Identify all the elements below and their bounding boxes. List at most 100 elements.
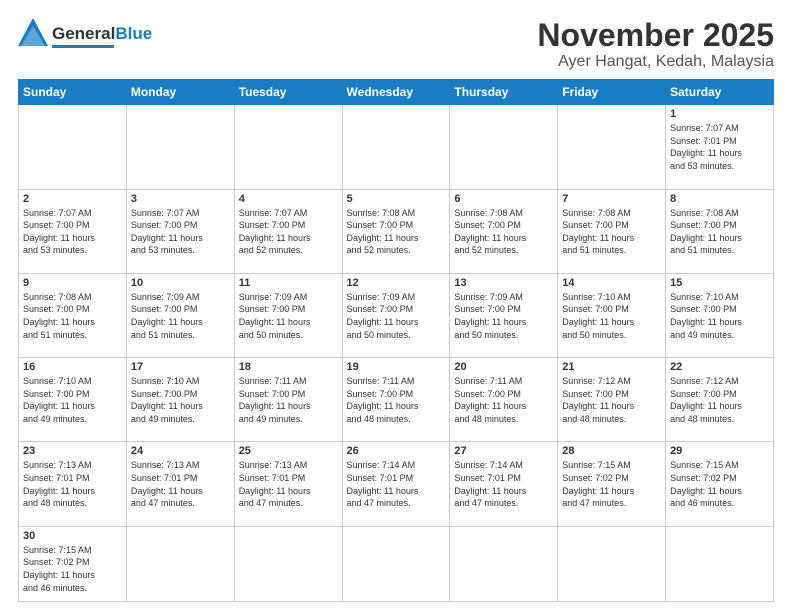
day-number: 8 (670, 193, 769, 205)
table-row: 16Sunrise: 7:10 AM Sunset: 7:00 PM Dayli… (19, 358, 127, 442)
table-row (126, 105, 234, 189)
table-row (126, 526, 234, 601)
day-number: 17 (131, 361, 230, 373)
logo: GeneralBlue (18, 18, 152, 54)
day-info: Sunrise: 7:11 AM Sunset: 7:00 PM Dayligh… (239, 375, 338, 425)
logo-icon (18, 18, 48, 54)
day-info: Sunrise: 7:07 AM Sunset: 7:00 PM Dayligh… (131, 207, 230, 257)
table-row (234, 526, 342, 601)
table-row: 27Sunrise: 7:14 AM Sunset: 7:01 PM Dayli… (450, 442, 558, 526)
table-row: 21 Sunrise: 7:12 AM Sunset: 7:00 PM Dayli… (558, 358, 666, 442)
day-number: 16 (23, 361, 122, 373)
day-number: 7 (562, 193, 661, 205)
day-info: Sunrise: 7:15 AM Sunset: 7:02 PM Dayligh… (670, 459, 769, 509)
table-row (558, 526, 666, 601)
table-row: 9Sunrise: 7:08 AM Sunset: 7:00 PM Daylig… (19, 273, 127, 357)
table-row: 6Sunrise: 7:08 AM Sunset: 7:00 PM Daylig… (450, 189, 558, 273)
day-info: Sunrise: 7:09 AM Sunset: 7:00 PM Dayligh… (131, 291, 230, 341)
day-info: Sunrise: 7:10 AM Sunset: 7:00 PM Dayligh… (670, 291, 769, 341)
title-block: November 2025 Ayer Hangat, Kedah, Malays… (537, 18, 774, 71)
table-row: 26Sunrise: 7:14 AM Sunset: 7:01 PM Dayli… (342, 442, 450, 526)
logo-general: General (52, 24, 115, 43)
day-number: 12 (347, 277, 446, 289)
day-number: 10 (131, 277, 230, 289)
day-number: 5 (347, 193, 446, 205)
day-number: 2 (23, 193, 122, 205)
table-row (234, 105, 342, 189)
day-number: 22 (670, 361, 769, 373)
day-info: Sunrise: 7:07 AM Sunset: 7:01 PM Dayligh… (670, 122, 769, 172)
table-row: 19 Sunrise: 7:11 AM Sunset: 7:00 PM Dayli… (342, 358, 450, 442)
day-info: Sunrise: 7:08 AM Sunset: 7:00 PM Dayligh… (454, 207, 553, 257)
table-row: 23Sunrise: 7:13 AM Sunset: 7:01 PM Dayli… (19, 442, 127, 526)
day-info: Sunrise: 7:07 AM Sunset: 7:00 PM Dayligh… (23, 207, 122, 257)
logo-underline (52, 45, 114, 48)
table-row: 30Sunrise: 7:15 AM Sunset: 7:02 PM Dayli… (19, 526, 127, 601)
calendar-header-row: Sunday Monday Tuesday Wednesday Thursday… (19, 80, 774, 105)
table-row: 25 Sunrise: 7:13 AM Sunset: 7:01 PM Dayli… (234, 442, 342, 526)
day-info: Sunrise: 7:09 AM Sunset: 7:00 PM Dayligh… (239, 291, 338, 341)
day-number: 11 (239, 277, 338, 289)
table-row: 1 Sunrise: 7:07 AM Sunset: 7:01 PM Daylig… (666, 105, 774, 189)
day-number: 9 (23, 277, 122, 289)
day-number: 20 (454, 361, 553, 373)
day-number: 27 (454, 445, 553, 457)
day-number: 29 (670, 445, 769, 457)
table-row: 18 Sunrise: 7:11 AM Sunset: 7:00 PM Dayli… (234, 358, 342, 442)
table-row: 12 Sunrise: 7:09 AM Sunset: 7:00 PM Dayli… (342, 273, 450, 357)
col-friday: Friday (558, 80, 666, 105)
day-number: 21 (562, 361, 661, 373)
table-row: 22 Sunrise: 7:12 AM Sunset: 7:00 PM Dayli… (666, 358, 774, 442)
calendar-table: Sunday Monday Tuesday Wednesday Thursday… (18, 79, 774, 602)
table-row: 20 Sunrise: 7:11 AM Sunset: 7:00 PM Dayli… (450, 358, 558, 442)
day-info: Sunrise: 7:11 AM Sunset: 7:00 PM Dayligh… (347, 375, 446, 425)
page: GeneralBlue November 2025 Ayer Hangat, K… (0, 0, 792, 612)
table-row: 8 Sunrise: 7:08 AM Sunset: 7:00 PM Daylig… (666, 189, 774, 273)
subtitle: Ayer Hangat, Kedah, Malaysia (537, 53, 774, 71)
table-row (342, 105, 450, 189)
day-info: Sunrise: 7:08 AM Sunset: 7:00 PM Dayligh… (347, 207, 446, 257)
day-number: 18 (239, 361, 338, 373)
col-sunday: Sunday (19, 80, 127, 105)
day-info: Sunrise: 7:10 AM Sunset: 7:00 PM Dayligh… (562, 291, 661, 341)
day-number: 3 (131, 193, 230, 205)
day-number: 13 (454, 277, 553, 289)
day-number: 30 (23, 530, 122, 542)
table-row (342, 526, 450, 601)
table-row: 29 Sunrise: 7:15 AM Sunset: 7:02 PM Dayli… (666, 442, 774, 526)
day-number: 23 (23, 445, 122, 457)
day-info: Sunrise: 7:13 AM Sunset: 7:01 PM Dayligh… (239, 459, 338, 509)
day-number: 1 (670, 108, 769, 120)
day-info: Sunrise: 7:15 AM Sunset: 7:02 PM Dayligh… (562, 459, 661, 509)
day-number: 19 (347, 361, 446, 373)
day-number: 25 (239, 445, 338, 457)
day-info: Sunrise: 7:10 AM Sunset: 7:00 PM Dayligh… (131, 375, 230, 425)
day-info: Sunrise: 7:08 AM Sunset: 7:00 PM Dayligh… (670, 207, 769, 257)
table-row (666, 526, 774, 601)
month-title: November 2025 (537, 18, 774, 53)
table-row: 11 Sunrise: 7:09 AM Sunset: 7:00 PM Dayli… (234, 273, 342, 357)
day-info: Sunrise: 7:12 AM Sunset: 7:00 PM Dayligh… (670, 375, 769, 425)
day-info: Sunrise: 7:13 AM Sunset: 7:01 PM Dayligh… (131, 459, 230, 509)
day-info: Sunrise: 7:12 AM Sunset: 7:00 PM Dayligh… (562, 375, 661, 425)
day-info: Sunrise: 7:08 AM Sunset: 7:00 PM Dayligh… (562, 207, 661, 257)
table-row: 3 Sunrise: 7:07 AM Sunset: 7:00 PM Daylig… (126, 189, 234, 273)
day-info: Sunrise: 7:11 AM Sunset: 7:00 PM Dayligh… (454, 375, 553, 425)
table-row: 15 Sunrise: 7:10 AM Sunset: 7:00 PM Dayli… (666, 273, 774, 357)
day-info: Sunrise: 7:09 AM Sunset: 7:00 PM Dayligh… (347, 291, 446, 341)
table-row: 4Sunrise: 7:07 AM Sunset: 7:00 PM Daylig… (234, 189, 342, 273)
table-row (450, 105, 558, 189)
table-row (450, 526, 558, 601)
day-number: 4 (239, 193, 338, 205)
day-number: 15 (670, 277, 769, 289)
table-row: 28Sunrise: 7:15 AM Sunset: 7:02 PM Dayli… (558, 442, 666, 526)
table-row (19, 105, 127, 189)
table-row: 5 Sunrise: 7:08 AM Sunset: 7:00 PM Daylig… (342, 189, 450, 273)
table-row: 7 Sunrise: 7:08 AM Sunset: 7:00 PM Daylig… (558, 189, 666, 273)
table-row: 10 Sunrise: 7:09 AM Sunset: 7:00 PM Dayli… (126, 273, 234, 357)
col-saturday: Saturday (666, 80, 774, 105)
day-info: Sunrise: 7:09 AM Sunset: 7:00 PM Dayligh… (454, 291, 553, 341)
col-wednesday: Wednesday (342, 80, 450, 105)
header: GeneralBlue November 2025 Ayer Hangat, K… (18, 18, 774, 71)
col-thursday: Thursday (450, 80, 558, 105)
